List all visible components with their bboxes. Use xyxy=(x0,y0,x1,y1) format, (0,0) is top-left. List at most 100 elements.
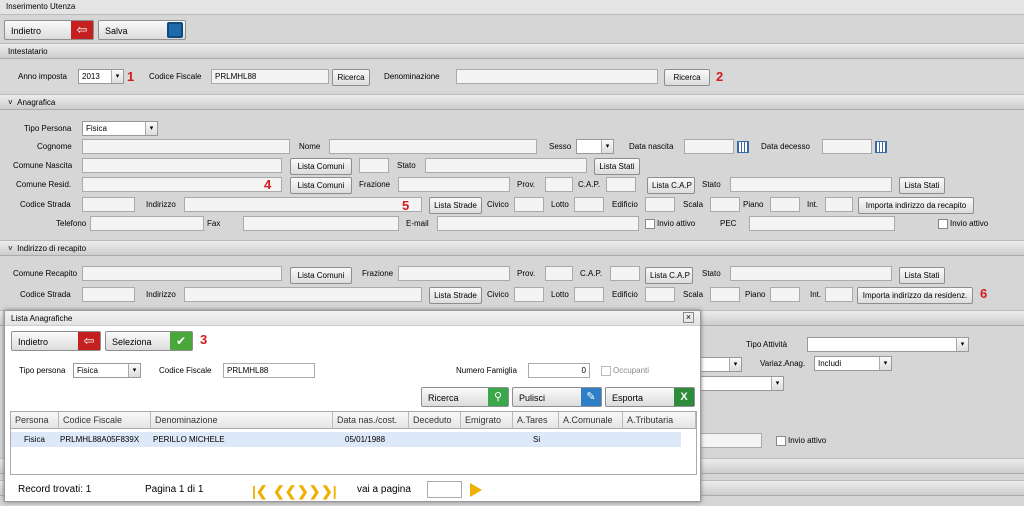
lista-stati-resid-button[interactable]: Lista Stati xyxy=(899,177,945,194)
prov-nascita-input[interactable] xyxy=(359,158,389,173)
stato-input[interactable] xyxy=(425,158,587,173)
col-a-comunale[interactable]: A.Comunale xyxy=(559,412,623,429)
invio-attivo-pec-checkbox[interactable] xyxy=(938,219,948,229)
lotto-recapito-input[interactable] xyxy=(574,287,604,302)
indirizzo-input[interactable] xyxy=(184,197,422,212)
close-icon[interactable]: × xyxy=(683,312,694,323)
denominazione-input[interactable] xyxy=(456,69,658,84)
bg-invio-attivo-checkbox[interactable] xyxy=(776,436,786,446)
civico-recapito-input[interactable] xyxy=(514,287,544,302)
lista-stati-button[interactable]: Lista Stati xyxy=(594,158,640,175)
lista-comuni-button[interactable]: Lista Comuni xyxy=(290,158,352,175)
section-recapito[interactable]: ˅ Indirizzo di recapito xyxy=(0,240,1024,256)
col-persona[interactable]: Persona xyxy=(11,412,59,429)
next-page-icon[interactable]: ❯❯ xyxy=(297,483,320,500)
col-a-tares[interactable]: A.Tares xyxy=(513,412,559,429)
col-a-tributaria[interactable]: A.Tributaria xyxy=(623,412,696,429)
lotto-input[interactable] xyxy=(574,197,604,212)
telefono-input[interactable] xyxy=(90,216,204,231)
first-page-icon[interactable]: |❮ xyxy=(252,483,268,500)
piano-input[interactable] xyxy=(770,197,800,212)
dialog-tipo-persona-select[interactable]: Fisica ▾ xyxy=(73,363,141,378)
esporta-button[interactable]: Esporta X xyxy=(605,387,695,407)
lista-strade-button[interactable]: Lista Strade xyxy=(429,197,482,214)
scala-input[interactable] xyxy=(710,197,740,212)
bg-input[interactable] xyxy=(700,433,762,448)
lista-stati-recapito-button[interactable]: Lista Stati xyxy=(899,267,945,284)
importa-recapito-button[interactable]: Importa indirizzo da recapito xyxy=(858,197,974,214)
frazione-input[interactable] xyxy=(398,177,510,192)
cf-input[interactable]: PRLMHL88 xyxy=(211,69,329,84)
tipo-attivita-select[interactable]: ▾ xyxy=(807,337,969,352)
comune-nascita-input[interactable] xyxy=(82,158,282,173)
ricerca-denominazione-button[interactable]: Ricerca xyxy=(664,69,710,86)
stato-recapito-input[interactable] xyxy=(730,266,892,281)
occupanti-checkbox[interactable] xyxy=(601,366,611,376)
int-input[interactable] xyxy=(825,197,853,212)
email-input[interactable] xyxy=(437,216,639,231)
table-row[interactable]: Fisica PRLMHL88A05F839X PERILLO MICHELE … xyxy=(11,432,681,447)
piano-recapito-input[interactable] xyxy=(770,287,800,302)
sesso-select[interactable]: ▾ xyxy=(576,139,614,154)
chevron-down-icon: ▾ xyxy=(771,377,783,390)
stato-resid-input[interactable] xyxy=(730,177,892,192)
numero-famiglia-value: 0 xyxy=(581,366,586,375)
importa-residenza-button[interactable]: Importa indirizzo da residenz. xyxy=(857,287,973,304)
edificio-input[interactable] xyxy=(645,197,675,212)
fax-input[interactable] xyxy=(243,216,399,231)
pulisci-button[interactable]: Pulisci ✎ xyxy=(512,387,602,407)
calendar-icon[interactable] xyxy=(875,141,887,153)
lotto-label: Lotto xyxy=(551,200,569,209)
prov-recapito-input[interactable] xyxy=(545,266,573,281)
edificio-recapito-input[interactable] xyxy=(645,287,675,302)
codice-strada-recapito-input[interactable] xyxy=(82,287,135,302)
indirizzo-recapito-input[interactable] xyxy=(184,287,422,302)
prev-page-icon[interactable]: ❮❮ xyxy=(273,483,296,500)
int-recapito-input[interactable] xyxy=(825,287,853,302)
pec-input[interactable] xyxy=(749,216,895,231)
tipo-persona-select[interactable]: Fisica ▾ xyxy=(82,121,158,136)
data-decesso-input[interactable] xyxy=(822,139,872,154)
save-button[interactable]: Salva xyxy=(98,20,186,40)
section-anagrafica[interactable]: ˅ Anagrafica xyxy=(0,94,1024,110)
window-title-bar: Inserimento Utenza xyxy=(0,0,1024,15)
invio-attivo-checkbox[interactable] xyxy=(645,219,655,229)
lista-cap-recapito-button[interactable]: Lista C.A.P xyxy=(645,267,693,284)
back-button[interactable]: Indietro ⇦ xyxy=(4,20,94,40)
ricerca-button[interactable]: Ricerca ⚲ xyxy=(421,387,509,407)
last-page-icon[interactable]: ❯| xyxy=(321,483,337,500)
calendar-icon[interactable] xyxy=(737,141,749,153)
scala-recapito-input[interactable] xyxy=(710,287,740,302)
prov-input[interactable] xyxy=(545,177,573,192)
col-codice-fiscale[interactable]: Codice Fiscale xyxy=(59,412,151,429)
anno-select[interactable]: 2013 ▾ xyxy=(78,69,124,84)
lista-strade-recapito-button[interactable]: Lista Strade xyxy=(429,287,482,304)
codice-strada-input[interactable] xyxy=(82,197,135,212)
cap-input[interactable] xyxy=(606,177,636,192)
cognome-input[interactable] xyxy=(82,139,290,154)
dialog-cf-input[interactable]: PRLMHL88 xyxy=(223,363,315,378)
col-data-nascita[interactable]: Data nas./cost. xyxy=(333,412,409,429)
comune-recapito-input[interactable] xyxy=(82,266,282,281)
nome-input[interactable] xyxy=(329,139,537,154)
lista-comuni-resid-button[interactable]: Lista Comuni xyxy=(290,177,352,194)
bg-select-b[interactable]: ▾ xyxy=(700,376,784,391)
seleziona-button[interactable]: Seleziona ✔ xyxy=(105,331,193,351)
lista-comuni-recapito-button[interactable]: Lista Comuni xyxy=(290,267,352,284)
variaz-anag-select[interactable]: Includi ▾ xyxy=(814,356,892,371)
bg-select-a[interactable]: ▾ xyxy=(700,357,742,372)
civico-input[interactable] xyxy=(514,197,544,212)
frazione-recapito-input[interactable] xyxy=(398,266,510,281)
col-denominazione[interactable]: Denominazione xyxy=(151,412,333,429)
vai-a-pagina-input[interactable] xyxy=(427,481,462,498)
ricerca-cf-button[interactable]: Ricerca xyxy=(332,69,370,86)
dialog-back-button[interactable]: Indietro ⇦ xyxy=(11,331,101,351)
go-arrow-icon[interactable] xyxy=(470,483,482,497)
cap-recapito-input[interactable] xyxy=(610,266,640,281)
col-deceduto[interactable]: Deceduto xyxy=(409,412,461,429)
lista-cap-button[interactable]: Lista C.A.P xyxy=(647,177,695,194)
comune-resid-input[interactable] xyxy=(82,177,282,192)
col-emigrato[interactable]: Emigrato xyxy=(461,412,513,429)
numero-famiglia-input[interactable]: 0 xyxy=(528,363,590,378)
data-nascita-input[interactable] xyxy=(684,139,734,154)
